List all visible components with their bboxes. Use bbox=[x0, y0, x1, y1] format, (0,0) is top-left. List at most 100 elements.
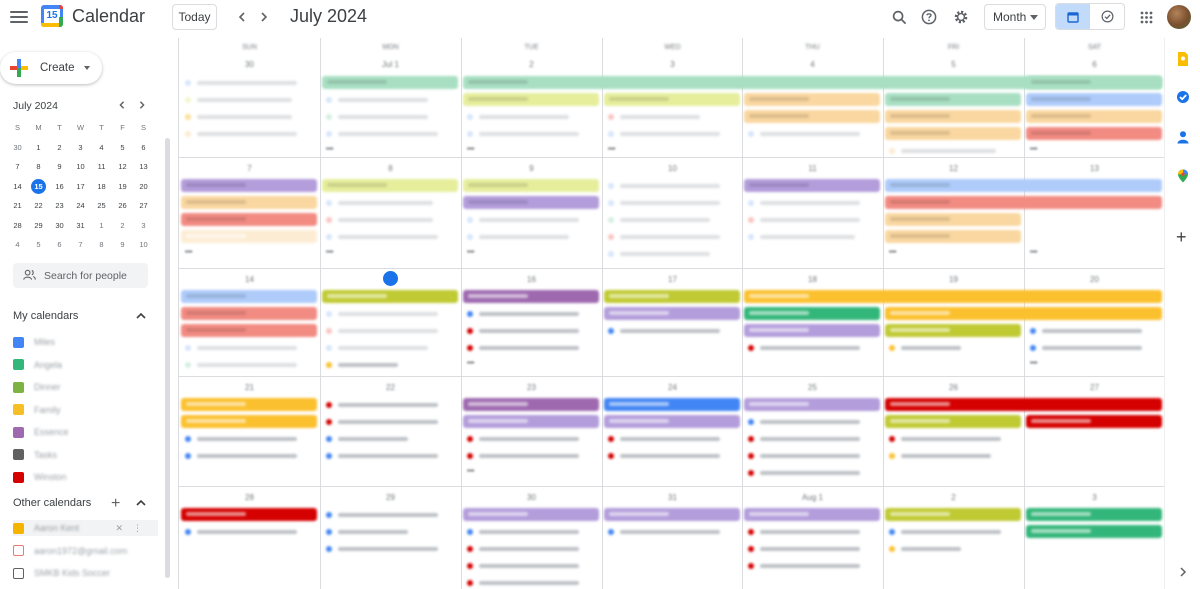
get-add-ons-icon[interactable]: + bbox=[1176, 228, 1187, 246]
event-chip[interactable] bbox=[181, 508, 317, 521]
event-chip[interactable] bbox=[744, 324, 880, 337]
timed-event[interactable] bbox=[326, 525, 408, 538]
timed-event[interactable] bbox=[185, 432, 297, 445]
mini-calendar-day[interactable]: 2 bbox=[112, 216, 133, 236]
timed-event[interactable] bbox=[608, 127, 720, 140]
day-number[interactable]: 27 bbox=[1024, 383, 1165, 392]
mini-calendar-day[interactable]: 1 bbox=[91, 216, 112, 236]
calendar-item[interactable]: Dinner bbox=[13, 379, 158, 395]
calendar-item[interactable]: Aaron Kent ✕ ⋮ bbox=[13, 520, 158, 536]
timed-event[interactable] bbox=[326, 93, 428, 106]
calendar-checkbox[interactable] bbox=[13, 471, 24, 483]
timed-event[interactable] bbox=[185, 341, 297, 354]
tasks-icon[interactable] bbox=[1176, 90, 1190, 104]
timed-event[interactable] bbox=[326, 196, 433, 209]
keep-notes-icon[interactable] bbox=[1176, 52, 1190, 66]
mini-calendar-day[interactable]: 3 bbox=[133, 216, 154, 236]
more-options-icon[interactable]: ⋮ bbox=[133, 523, 142, 534]
day-number[interactable]: 25 bbox=[742, 383, 883, 392]
more-events-link[interactable]: ••• bbox=[608, 146, 615, 153]
mini-calendar-day[interactable]: 10 bbox=[133, 235, 154, 255]
mini-calendar-day[interactable]: 24 bbox=[70, 196, 91, 216]
mini-calendar-day[interactable]: 13 bbox=[133, 157, 154, 177]
help-icon[interactable] bbox=[920, 8, 938, 26]
timed-event[interactable] bbox=[467, 230, 569, 243]
more-events-link[interactable]: ••• bbox=[185, 249, 192, 256]
timed-event[interactable] bbox=[467, 127, 579, 140]
mini-calendar-day[interactable]: 7 bbox=[70, 235, 91, 255]
calendar-checkbox[interactable] bbox=[13, 336, 24, 348]
calendar-item[interactable]: Essence bbox=[13, 424, 158, 440]
day-number[interactable]: 2 bbox=[883, 493, 1024, 502]
event-chip[interactable] bbox=[1026, 525, 1162, 538]
timed-event[interactable] bbox=[467, 324, 579, 337]
day-number[interactable]: 21 bbox=[179, 383, 320, 392]
event-chip[interactable] bbox=[885, 179, 1162, 192]
day-number[interactable]: 26 bbox=[883, 383, 1024, 392]
mini-calendar-day[interactable]: 30 bbox=[49, 216, 70, 236]
event-chip[interactable] bbox=[1026, 127, 1162, 140]
mini-calendar-day[interactable]: 16 bbox=[49, 177, 70, 197]
mini-calendar-day[interactable]: 18 bbox=[91, 177, 112, 197]
event-chip[interactable] bbox=[744, 398, 880, 411]
timed-event[interactable] bbox=[326, 415, 438, 428]
calendar-checkbox[interactable] bbox=[13, 567, 24, 579]
event-chip[interactable] bbox=[181, 179, 317, 192]
timed-event[interactable] bbox=[185, 93, 292, 106]
event-chip[interactable] bbox=[1026, 508, 1162, 521]
event-chip[interactable] bbox=[885, 213, 1021, 226]
day-number[interactable]: 3 bbox=[1024, 493, 1165, 502]
timed-event[interactable] bbox=[185, 449, 297, 462]
event-chip[interactable] bbox=[604, 93, 740, 106]
timed-event[interactable] bbox=[748, 432, 860, 445]
day-number[interactable]: 29 bbox=[320, 493, 461, 502]
event-chip[interactable] bbox=[322, 76, 458, 89]
mini-calendar-day[interactable]: 17 bbox=[70, 177, 91, 197]
mini-calendar-day[interactable]: 27 bbox=[133, 196, 154, 216]
calendar-checkbox[interactable] bbox=[13, 404, 24, 415]
day-number[interactable]: 4 bbox=[742, 60, 883, 69]
day-number[interactable]: 11 bbox=[742, 164, 883, 173]
mini-calendar-day[interactable]: 20 bbox=[133, 177, 154, 197]
day-number[interactable]: 28 bbox=[179, 493, 320, 502]
calendar-checkbox[interactable] bbox=[13, 426, 24, 438]
timed-event[interactable] bbox=[608, 196, 720, 209]
day-number[interactable]: 2 bbox=[461, 60, 602, 69]
more-events-link[interactable]: ••• bbox=[1030, 249, 1037, 256]
more-events-link[interactable]: ••• bbox=[1030, 146, 1037, 153]
mini-calendar-day[interactable]: 6 bbox=[133, 138, 154, 158]
timed-event[interactable] bbox=[748, 196, 860, 209]
mini-calendar-day[interactable]: 14 bbox=[7, 177, 28, 197]
timed-event[interactable] bbox=[608, 432, 720, 445]
maps-icon[interactable] bbox=[1176, 169, 1190, 183]
mini-calendar-day[interactable]: 8 bbox=[91, 235, 112, 255]
mini-calendar-day[interactable]: 22 bbox=[28, 196, 49, 216]
timed-event[interactable] bbox=[326, 324, 438, 337]
day-number[interactable]: 24 bbox=[602, 383, 743, 392]
more-events-link[interactable]: ••• bbox=[1030, 360, 1037, 367]
account-avatar[interactable] bbox=[1167, 5, 1191, 29]
timed-event[interactable] bbox=[467, 559, 579, 572]
timed-event[interactable] bbox=[748, 127, 860, 140]
timed-event[interactable] bbox=[467, 576, 579, 589]
day-number[interactable]: Aug 1 bbox=[742, 493, 883, 502]
timed-event[interactable] bbox=[608, 324, 720, 337]
more-events-link[interactable]: ••• bbox=[467, 360, 474, 367]
timed-event[interactable] bbox=[748, 466, 860, 479]
mini-calendar-day[interactable]: 25 bbox=[91, 196, 112, 216]
calendar-view-toggle[interactable] bbox=[1056, 4, 1090, 29]
event-chip[interactable] bbox=[885, 307, 1162, 320]
mini-calendar-day[interactable]: 4 bbox=[7, 235, 28, 255]
event-chip[interactable] bbox=[744, 307, 880, 320]
day-number[interactable]: 6 bbox=[1024, 60, 1165, 69]
mini-calendar-prev-button[interactable] bbox=[115, 98, 129, 112]
timed-event[interactable] bbox=[326, 398, 438, 411]
event-chip[interactable] bbox=[181, 324, 317, 337]
calendar-checkbox[interactable] bbox=[13, 381, 24, 393]
more-events-link[interactable]: ••• bbox=[326, 146, 333, 153]
event-chip[interactable] bbox=[1026, 76, 1162, 89]
calendar-checkbox[interactable] bbox=[13, 545, 24, 556]
event-chip[interactable] bbox=[181, 398, 317, 411]
event-chip[interactable] bbox=[604, 398, 740, 411]
timed-event[interactable] bbox=[608, 230, 720, 243]
